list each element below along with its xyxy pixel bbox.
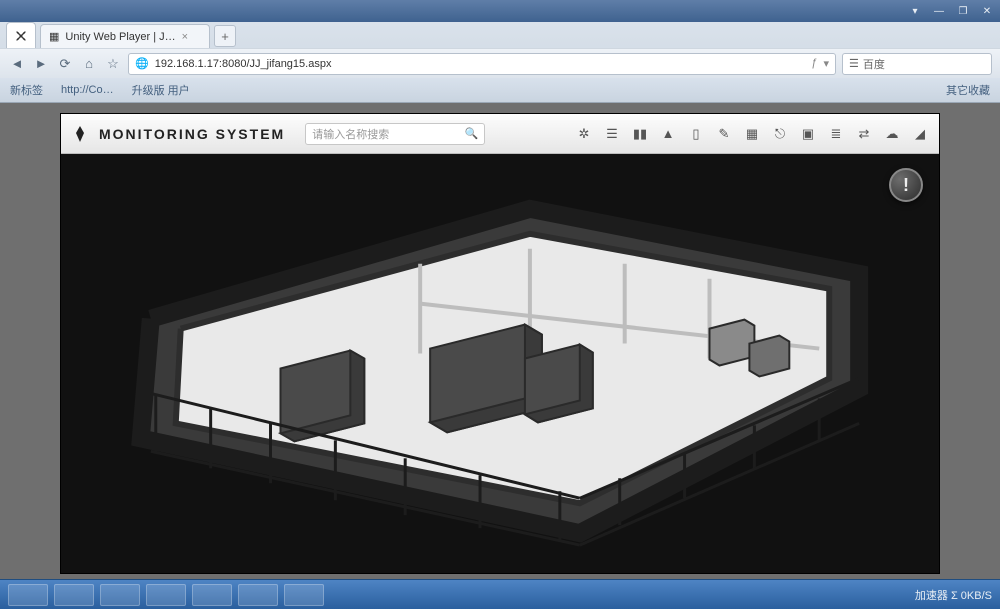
- cloud-icon[interactable]: ☁: [883, 125, 901, 143]
- alert-icon[interactable]: ▲: [659, 125, 677, 143]
- nav-reload-button[interactable]: ⟳: [56, 55, 74, 73]
- nav-forward-button[interactable]: ►: [32, 55, 50, 73]
- app-logo-icon: [71, 125, 89, 143]
- address-bar: ◄ ► ⟳ ⌂ ☆ 🌐 192.168.1.17:8080/JJ_jifang1…: [0, 48, 1000, 78]
- bookmark-item[interactable]: 升级版 用户: [132, 82, 190, 98]
- tray-text: 加速器 Σ 0KB/S: [915, 587, 992, 603]
- 3d-scene: [61, 154, 939, 573]
- url-right-icons: ƒ ▾: [811, 57, 829, 70]
- search-engine-icon: ☰: [849, 57, 859, 70]
- tab-title: Unity Web Player | J…: [65, 31, 175, 43]
- swap-icon[interactable]: ⇄: [855, 125, 873, 143]
- power-icon[interactable]: ⎋: [771, 125, 789, 143]
- taskbar-item[interactable]: [192, 584, 232, 606]
- bookmark-item[interactable]: http://Co…: [61, 84, 114, 96]
- app-search-input[interactable]: 请输入名称搜索 🔍: [305, 123, 485, 145]
- menu-icon[interactable]: ≣: [827, 125, 845, 143]
- window-minimize-button[interactable]: —: [932, 6, 946, 17]
- taskbar-item[interactable]: [238, 584, 278, 606]
- dropdown-icon[interactable]: ▾: [823, 57, 829, 70]
- os-taskbar: 加速器 Σ 0KB/S: [0, 579, 1000, 609]
- edit-icon[interactable]: ✎: [715, 125, 733, 143]
- app-header: MONITORING SYSTEM 请输入名称搜索 🔍 ✲ ☰ ▮▮ ▲ ▯ ✎…: [61, 114, 939, 154]
- taskbar-item[interactable]: [8, 584, 48, 606]
- browser-chrome: ▾ — ❐ ✕ ▦ Unity Web Player | J… × + ◄ ► …: [0, 0, 1000, 103]
- tab-close-icon[interactable]: ×: [182, 31, 188, 43]
- 3d-viewport[interactable]: !: [61, 154, 939, 573]
- browser-tab[interactable]: ▦ Unity Web Player | J… ×: [40, 24, 210, 48]
- nav-star-button[interactable]: ☆: [104, 55, 122, 73]
- window-titlebar: ▾ — ❐ ✕: [0, 0, 1000, 22]
- grid-icon[interactable]: ▦: [743, 125, 761, 143]
- app-title: MONITORING SYSTEM: [99, 126, 285, 142]
- taskbar-item[interactable]: [100, 584, 140, 606]
- taskbar-item[interactable]: [146, 584, 186, 606]
- battery-icon[interactable]: ▯: [687, 125, 705, 143]
- bookmark-other[interactable]: 其它收藏: [946, 82, 990, 98]
- expand-icon[interactable]: ▣: [799, 125, 817, 143]
- globe-icon: 🌐: [135, 57, 149, 70]
- tab-favicon: ▦: [49, 30, 59, 43]
- signal-icon[interactable]: ◢: [911, 125, 929, 143]
- browser-search-input[interactable]: ☰ 百度: [842, 53, 992, 75]
- list-icon[interactable]: ☰: [603, 125, 621, 143]
- new-tab-button[interactable]: +: [214, 25, 236, 47]
- taskbar-item[interactable]: [54, 584, 94, 606]
- zoom-icon[interactable]: ƒ: [811, 57, 817, 70]
- browser-app-badge[interactable]: [6, 22, 36, 48]
- window-maximize-button[interactable]: ❐: [956, 6, 970, 17]
- gear-icon[interactable]: ✲: [575, 125, 593, 143]
- window-close-button[interactable]: ✕: [980, 6, 994, 17]
- search-engine-label: 百度: [863, 56, 885, 72]
- bookmarks-bar: 新标签 http://Co… 升级版 用户 其它收藏: [0, 78, 1000, 102]
- app-search-placeholder: 请输入名称搜索: [312, 126, 389, 142]
- url-input[interactable]: 🌐 192.168.1.17:8080/JJ_jifang15.aspx ƒ ▾: [128, 53, 836, 75]
- window-menu-icon[interactable]: ▾: [908, 6, 922, 17]
- chart-icon[interactable]: ▮▮: [631, 125, 649, 143]
- bookmark-item[interactable]: 新标签: [10, 82, 43, 98]
- nav-back-button[interactable]: ◄: [8, 55, 26, 73]
- page-background: MONITORING SYSTEM 请输入名称搜索 🔍 ✲ ☰ ▮▮ ▲ ▯ ✎…: [0, 103, 1000, 580]
- app-toolbar: ✲ ☰ ▮▮ ▲ ▯ ✎ ▦ ⎋ ▣ ≣ ⇄ ☁ ◢: [575, 125, 929, 143]
- taskbar-item[interactable]: [284, 584, 324, 606]
- search-icon[interactable]: 🔍: [465, 127, 479, 140]
- nav-home-button[interactable]: ⌂: [80, 55, 98, 73]
- tabstrip: ▦ Unity Web Player | J… × +: [0, 22, 1000, 48]
- fan-icon: [11, 26, 31, 46]
- url-text: 192.168.1.17:8080/JJ_jifang15.aspx: [155, 58, 332, 70]
- monitoring-app: MONITORING SYSTEM 请输入名称搜索 🔍 ✲ ☰ ▮▮ ▲ ▯ ✎…: [60, 113, 940, 574]
- system-tray[interactable]: 加速器 Σ 0KB/S: [915, 587, 992, 603]
